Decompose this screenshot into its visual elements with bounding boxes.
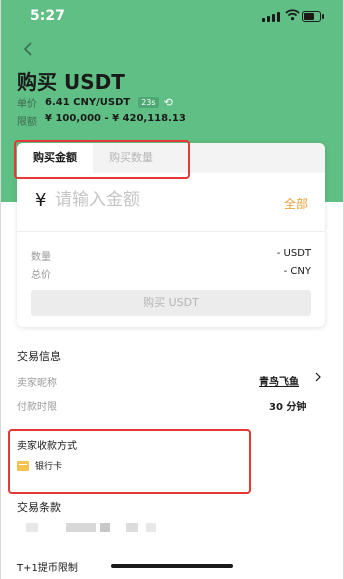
status-bar: 5:27 [0,0,344,28]
all-amount-button[interactable]: 全部 [284,195,308,212]
quantity-value: - USDT [276,248,311,259]
seller-nickname-label: 卖家昵称 [17,378,57,389]
trade-info-title: 交易信息 [17,350,61,363]
limit-row: 限额 ¥ 100,000 - ¥ 420,118.13 [17,113,186,128]
limit-value: ¥ 100,000 - ¥ 420,118.13 [45,113,186,124]
amount-input[interactable] [55,187,255,213]
chevron-right-icon[interactable] [313,372,323,382]
status-time: 5:27 [30,8,65,24]
price-countdown-badge: 23s [138,97,159,108]
redacted-terms-text [66,523,96,532]
wifi-icon [285,9,300,21]
trade-terms-title: 交易条款 [17,501,61,514]
total-price-label: 总价 [31,270,51,281]
redacted-terms-text [126,523,138,532]
unit-price-label: 单价 [17,99,37,110]
limit-label: 限额 [17,117,37,128]
unit-price-value: 6.41 CNY/USDT [45,97,131,108]
divider [17,231,325,232]
payment-time-limit-label: 付款时限 [17,402,57,413]
highlight-box-payment-methods [8,429,251,494]
payment-time-limit-value: 30 分钟 [269,402,307,413]
cellular-signal-icon [262,12,280,22]
page-title: 购买 USDT [17,70,125,94]
home-indicator [111,564,233,568]
redacted-terms-text [146,523,156,532]
back-arrow-icon[interactable] [18,38,40,60]
total-price-value: - CNY [283,266,311,277]
battery-icon [302,11,324,22]
highlight-box-tabs [14,140,190,179]
currency-symbol: ¥ [35,190,47,211]
unit-price-row: 单价 6.41 CNY/USDT 23s ⟲ [17,95,173,110]
withdraw-limit-title: T+1提币限制 [17,563,78,574]
frame-edge-left [0,0,1,579]
quantity-label: 数量 [31,252,51,263]
redacted-terms-text [100,523,110,532]
redacted-terms-text [26,523,38,532]
buy-usdt-button[interactable]: 购买 USDT [31,290,311,316]
refresh-icon[interactable]: ⟲ [164,96,173,109]
seller-nickname-link[interactable]: 青鸟飞鱼 [259,373,299,388]
